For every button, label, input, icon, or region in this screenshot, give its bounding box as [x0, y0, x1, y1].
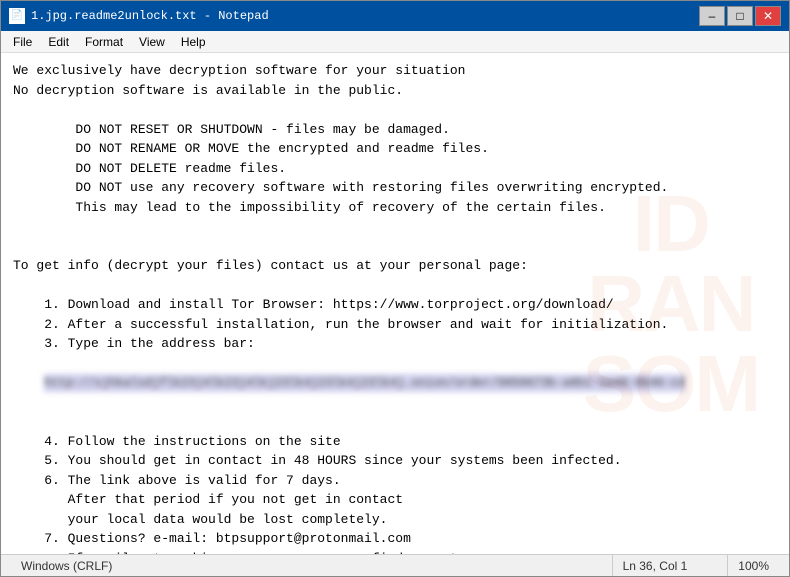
status-zoom: 100%: [727, 555, 779, 576]
title-bar: 📄 1.jpg.readme2unlock.txt - Notepad – □ …: [1, 1, 789, 31]
text-content-area[interactable]: IDRANSOM We exclusively have decryption …: [1, 53, 789, 554]
menu-view[interactable]: View: [131, 33, 173, 51]
text-content: We exclusively have decryption software …: [13, 61, 777, 554]
menu-help[interactable]: Help: [173, 33, 214, 51]
status-encoding: Windows (CRLF): [11, 555, 582, 576]
menu-file[interactable]: File: [5, 33, 40, 51]
menu-bar: File Edit Format View Help: [1, 31, 789, 53]
title-bar-left: 📄 1.jpg.readme2unlock.txt - Notepad: [9, 8, 269, 24]
close-button[interactable]: ✕: [755, 6, 781, 26]
maximize-button[interactable]: □: [727, 6, 753, 26]
status-bar: Windows (CRLF) Ln 36, Col 1 100%: [1, 554, 789, 576]
blurred-url: http://xjhkalsdjflk23j4lk23j4lkj23lk4j23…: [44, 374, 685, 392]
menu-format[interactable]: Format: [77, 33, 131, 51]
menu-edit[interactable]: Edit: [40, 33, 77, 51]
app-icon: 📄: [9, 8, 25, 24]
notepad-window: 📄 1.jpg.readme2unlock.txt - Notepad – □ …: [0, 0, 790, 577]
minimize-button[interactable]: –: [699, 6, 725, 26]
title-bar-controls: – □ ✕: [699, 6, 781, 26]
status-position: Ln 36, Col 1: [612, 555, 698, 576]
window-title: 1.jpg.readme2unlock.txt - Notepad: [31, 9, 269, 23]
